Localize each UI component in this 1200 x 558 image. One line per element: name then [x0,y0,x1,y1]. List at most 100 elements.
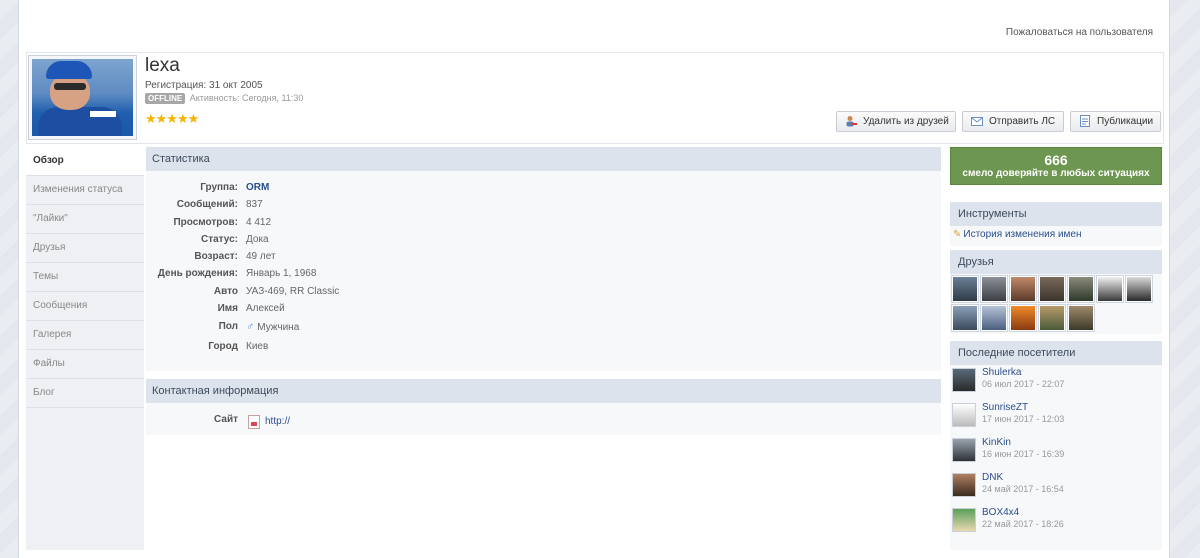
visitor-avatar [952,438,976,462]
contact-row-site: Сайт http:// [146,414,941,430]
visitor-date: 16 июн 2017 - 16:39 [982,449,1065,459]
stat-value: 4 412 [246,217,272,228]
stat-label: Авто [213,286,238,297]
friend-avatar[interactable] [1126,276,1152,302]
name-history-label: История изменения имен [963,229,1082,240]
sidebar-item-gallery[interactable]: Галерея [26,321,144,350]
send-message-button[interactable]: Отправить ЛС [962,111,1064,132]
stat-label: Город [208,341,238,352]
friend-avatar[interactable] [952,305,978,331]
stats-body: Группа: ORM Сообщений: 837 Просмотров: 4… [146,171,941,371]
sidebar-item-posts[interactable]: Сообщения [26,292,144,321]
stat-label: Возраст: [194,251,238,262]
remove-friend-label: Удалить из друзей [863,116,949,127]
friend-avatar[interactable] [1068,276,1094,302]
remove-friend-button[interactable]: Удалить из друзей [836,111,956,132]
contact-body: Сайт http:// [146,403,941,435]
contact-label: Сайт [214,414,238,425]
publications-button[interactable]: Публикации [1070,111,1161,132]
friend-avatar[interactable] [981,276,1007,302]
stat-value[interactable]: ORM [246,182,269,193]
stat-label: Просмотров: [173,217,238,228]
profile-main: Статистика Группа: ORM Сообщений: 837 Пр… [146,147,943,550]
reputation-box: 666 смело доверяйте в любых ситуациях [950,147,1162,185]
tools-header: Инструменты [950,202,1162,226]
sidebar-item-likes[interactable]: "Лайки" [26,205,144,234]
stat-label: День рождения: [157,268,238,279]
stat-row-status: Статус: Дока [146,234,941,250]
stat-row-views: Просмотров: 4 412 [146,217,941,233]
visitor-name[interactable]: SunriseZT [982,402,1028,413]
friends-grid [950,274,1162,334]
name-history-link[interactable]: ✎ История изменения имен [953,229,1082,240]
visitor-avatar [952,473,976,497]
contact-header: Контактная информация [146,379,941,403]
stat-value: Алексей [246,303,285,314]
sidebar-item-overview[interactable]: Обзор [26,147,144,176]
stat-value: Январь 1, 1968 [246,268,317,279]
visitor-item[interactable]: SunriseZT 17 июн 2017 - 12:03 [950,402,1162,438]
visitor-name[interactable]: DNK [982,472,1003,483]
stat-label: Пол [218,321,238,332]
visitor-date: 24 май 2017 - 16:54 [982,484,1064,494]
pencil-icon: ✎ [953,229,962,240]
publications-label: Публикации [1097,116,1154,127]
visitor-avatar [952,368,976,392]
friend-avatar[interactable] [1010,305,1036,331]
visitors-list: Shulerka 06 июл 2017 - 22:07 SunriseZT 1… [950,365,1162,550]
friend-avatar[interactable] [1010,276,1036,302]
visitor-item[interactable]: BOX4x4 22 май 2017 - 18:26 [950,507,1162,543]
friend-avatar[interactable] [1068,305,1094,331]
profile-right-column: 666 смело доверяйте в любых ситуациях Ин… [950,147,1162,550]
visitor-item[interactable]: Shulerka 06 июл 2017 - 22:07 [950,367,1162,403]
envelope-icon [971,117,983,126]
friend-avatar[interactable] [1039,305,1065,331]
friend-avatar[interactable] [1039,276,1065,302]
visitor-avatar [952,403,976,427]
send-message-label: Отправить ЛС [989,116,1056,127]
visitor-name[interactable]: BOX4x4 [982,507,1019,518]
stat-row-age: Возраст: 49 лет [146,251,941,267]
friend-avatar[interactable] [1097,276,1123,302]
profile-sidebar: Обзор Изменения статуса "Лайки" Друзья Т… [26,147,144,550]
visitor-name[interactable]: Shulerka [982,367,1021,378]
stat-label: Статус: [200,234,238,245]
report-user-link[interactable]: Пожаловаться на пользователя [1006,27,1153,38]
profile-header: lexa Регистрация: 31 окт 2005 OFFLINE Ак… [26,52,1164,144]
stat-value: УАЗ-469, RR Classic [246,286,340,297]
visitor-date: 22 май 2017 - 18:26 [982,519,1064,529]
visitor-name[interactable]: KinKin [982,437,1011,448]
sidebar-item-files[interactable]: Файлы [26,350,144,379]
friend-avatar[interactable] [952,276,978,302]
stat-value: 837 [246,199,263,210]
stat-row-posts: Сообщений: 837 [146,199,941,215]
offline-badge: OFFLINE [145,93,186,104]
rating-stars: ★★★★★ [145,111,199,126]
visitor-date: 06 июл 2017 - 22:07 [982,379,1065,389]
avatar-photo [32,59,133,136]
sidebar-item-blog[interactable]: Блог [26,379,144,408]
visitor-date: 17 июн 2017 - 12:03 [982,414,1065,424]
website-link[interactable]: http:// [265,416,290,427]
visitors-header: Последние посетители [950,341,1162,365]
sidebar-item-friends[interactable]: Друзья [26,234,144,263]
stat-value: ♂ Мужчина [246,321,299,333]
sidebar-item-topics[interactable]: Темы [26,263,144,292]
stat-label: Группа: [200,182,238,193]
registration-date: Регистрация: 31 окт 2005 [145,80,263,91]
visitor-item[interactable]: KinKin 16 июн 2017 - 16:39 [950,437,1162,473]
stat-value: 49 лет [246,251,276,262]
visitor-item[interactable]: DNK 24 май 2017 - 16:54 [950,472,1162,508]
male-icon: ♂ [246,321,255,333]
reputation-value: 666 [1044,152,1068,168]
avatar[interactable] [28,55,137,140]
profile-username: lexa [145,55,180,76]
stat-row-car: Авто УАЗ-469, RR Classic [146,286,941,302]
friend-avatar[interactable] [981,305,1007,331]
stat-value: Дока [246,234,269,245]
stats-header: Статистика [146,147,941,171]
friends-header: Друзья [950,250,1162,274]
gender-value: Мужчина [257,322,300,333]
stat-row-birthday: День рождения: Январь 1, 1968 [146,268,941,284]
sidebar-item-status-changes[interactable]: Изменения статуса [26,176,144,205]
